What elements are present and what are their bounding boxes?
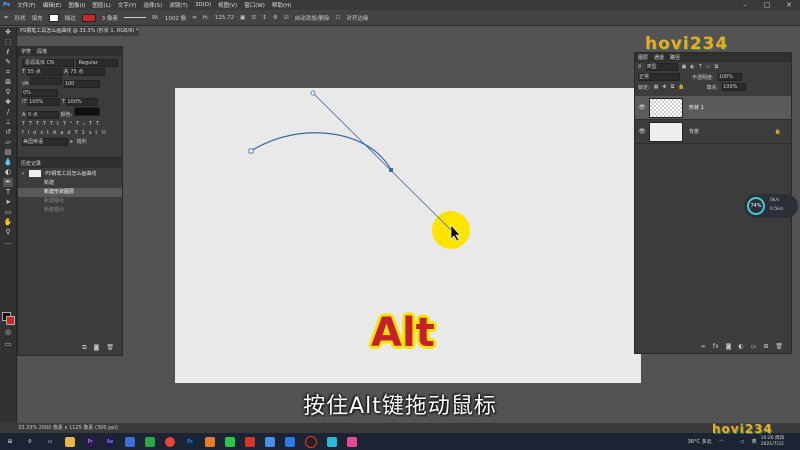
meter-upload: 0k/s [770,198,780,203]
app-chrome-icon[interactable] [165,436,175,447]
layers-footer: ∞ fx ◙ ◐ ▭ ⊞ 🗑 [701,343,783,350]
app-pink-icon[interactable] [347,436,357,447]
bezier-path [250,132,392,171]
direction-handle-line [312,92,452,231]
layer-filter-select[interactable]: 类型 [645,63,678,71]
lock-artboard-icon[interactable]: ⧉ [671,84,675,90]
app-media-icon[interactable] [125,436,135,447]
lock-pixels-icon[interactable]: ▦ [654,84,659,90]
app-premiere-icon[interactable]: Pr [85,436,95,447]
trash-icon[interactable]: 🗑 [775,343,783,350]
blend-mode-select[interactable]: 正常 [638,73,680,81]
fill-field[interactable]: 100% [722,83,747,91]
filter-type-icon[interactable]: T [699,64,702,70]
new-layer-icon[interactable]: ⊞ [763,343,768,350]
app-orange-icon[interactable] [205,436,215,447]
app-cyan-icon[interactable] [327,436,337,447]
direction-handle-point[interactable] [310,90,316,96]
filter-shape-icon[interactable]: ▭ [706,64,711,70]
layer-thumbnail [649,97,683,118]
anchor-point-selected[interactable] [389,168,393,172]
task-view-icon[interactable]: ▭ [45,437,55,447]
app-red-icon[interactable] [245,436,255,447]
visibility-eye-icon[interactable]: 👁 [635,128,649,135]
opacity-field[interactable]: 100% [717,73,742,81]
volume-icon[interactable]: ◁ [737,437,747,447]
fx-icon[interactable]: fx [713,343,719,350]
lock-all-icon[interactable]: 🔒 [678,84,684,90]
meter-download: 0.5k/s [770,207,784,212]
layer-thumbnail [649,121,683,142]
app-photoshop-icon[interactable]: Ps [185,436,195,447]
app-blue-icon[interactable] [285,436,295,447]
app-wechat-icon[interactable] [225,436,235,447]
watermark-logo: hovi234 [645,34,729,54]
alt-key-overlay: Alt [371,310,435,356]
meter-percent: 74% [747,197,765,215]
app-folder-icon[interactable] [265,436,275,447]
wifi-icon[interactable]: ◠ [717,437,727,447]
filter-search-icon: ⚲ [638,64,642,70]
filter-adjust-icon[interactable]: ◐ [690,64,694,70]
tab-layers[interactable]: 图层 [638,54,648,61]
app-aftereffects-icon[interactable]: Ae [105,436,115,447]
anchor-point[interactable] [248,148,254,154]
tab-paths[interactable]: 路径 [670,54,680,61]
input-language[interactable]: 英 [752,438,757,445]
watermark-logo-bottom: hovi234 [712,422,773,436]
layer-row-shape[interactable]: 👁 形状 1 [635,96,791,120]
app-explorer-icon[interactable] [65,436,75,447]
app-green-icon[interactable] [145,436,155,447]
weather-text[interactable]: 36°C 多云 [688,438,712,445]
fill-label: 填充: [706,84,719,91]
layer-mask-icon[interactable]: ◙ [726,343,732,350]
layers-panel-tabs: 图层 通道 路径 [635,53,791,62]
clock-date: 2021/7/22 [760,441,784,447]
video-caption: 按住Alt键拖动鼠标 [303,394,497,419]
network-meter: 74% 0k/s 0.5k/s [744,194,798,218]
opacity-label: 不透明度: [692,74,714,81]
adjustment-layer-icon[interactable]: ◐ [738,343,743,350]
layer-name[interactable]: 背景 [689,128,699,135]
link-layers-icon[interactable]: ∞ [701,343,706,350]
filter-smart-icon[interactable]: ⧉ [715,64,719,70]
clock-time: 10:26 周四 [760,435,784,441]
app-record-icon[interactable] [305,435,317,448]
layer-row-background[interactable]: 👁 背景 🔒 [635,120,791,144]
clock[interactable]: 10:26 周四 2021/7/22 [761,436,784,448]
layer-name[interactable]: 形状 1 [689,104,704,111]
layer-lock-icon: 🔒 [774,128,781,135]
filter-pixel-icon[interactable]: ▣ [682,64,687,70]
lock-label: 锁定: [638,84,650,91]
group-folder-icon[interactable]: ▭ [751,343,757,350]
start-button-icon[interactable]: ⊞ [5,437,15,447]
taskbar: ⊞ ⚲ ▭ Pr Ae Ps 36°C 多云 ◠ ◁ 英 10:26 周四 20… [0,433,800,450]
status-bar: 33.33% 2000 像素 x 1125 像素 (300 ppi) [0,423,800,433]
lock-position-icon[interactable]: ✥ [662,84,666,90]
visibility-eye-icon[interactable]: 👁 [635,104,649,111]
search-icon[interactable]: ⚲ [25,437,35,447]
tab-channels[interactable]: 通道 [654,54,664,61]
